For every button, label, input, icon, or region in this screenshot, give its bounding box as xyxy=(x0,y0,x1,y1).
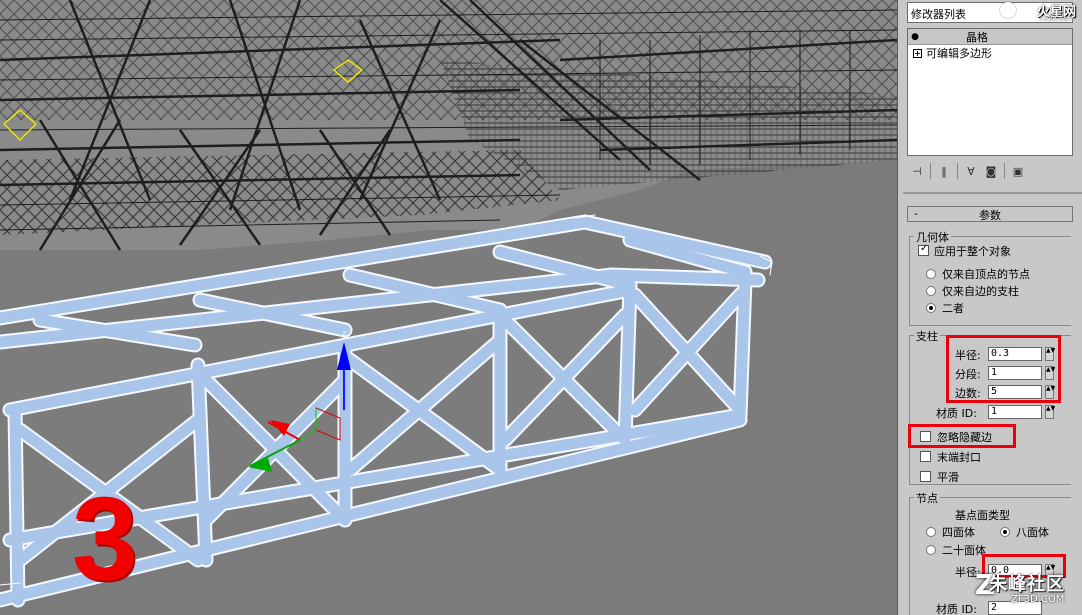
strut-radius-input[interactable]: 0.3 xyxy=(988,347,1042,361)
strut-material-id-input[interactable]: 1 xyxy=(988,405,1042,419)
joint-type-label: 基点面类型 xyxy=(955,509,1010,522)
strut-radius-spinner[interactable]: ▲▼ xyxy=(1045,347,1055,361)
background-tower xyxy=(0,0,897,251)
modifier-stack[interactable]: ● 晶格 + 可编辑多边形 xyxy=(907,28,1073,156)
strut-material-id-label: 材质 ID: xyxy=(936,407,977,420)
rollout-header[interactable]: - 参数 xyxy=(907,206,1073,222)
radio-tetra-label: 四面体 xyxy=(942,526,975,539)
strut-segments-spinner[interactable]: ▲▼ xyxy=(1045,366,1055,380)
strut-sides-input[interactable]: 5 xyxy=(988,385,1042,399)
radio-joints-only-label: 仅来自顶点的节点 xyxy=(942,268,1030,281)
joint-material-id-label: 材质 ID: xyxy=(936,603,977,615)
end-caps-label: 末端封口 xyxy=(937,451,981,464)
apply-whole-object-label: 应用于整个对象 xyxy=(934,245,1011,258)
lightbulb-icon[interactable]: ● xyxy=(908,32,922,42)
stack-item-label: 晶格 xyxy=(966,30,988,44)
watermark: Z 朱峰社区 ZF3D.COM xyxy=(975,568,1082,615)
stack-toolbar: ⊣ ‖ ∀ ◙ ▣ xyxy=(907,160,1073,182)
strut-sides-label: 边数: xyxy=(955,387,981,400)
struts-group: 支柱 半径: 0.3 ▲▼ 分段: 1 ▲▼ 边数: 5 ▲▼ 材质 ID: 1… xyxy=(909,328,1071,485)
strut-segments-label: 分段: xyxy=(955,368,981,381)
joints-group-label: 节点 xyxy=(914,490,940,506)
command-panel: 修改器列表 火星网 hxsd.com ● 晶格 + 可编辑多边形 ⊣ ‖ ∀ ◙… xyxy=(903,0,1082,615)
ignore-hidden-edges-label: 忽略隐藏边 xyxy=(937,431,992,444)
stack-item-editable-poly[interactable]: + 可编辑多边形 xyxy=(908,45,1072,61)
radio-octa[interactable] xyxy=(1000,527,1010,537)
watermark-main: 朱峰社区 xyxy=(989,574,1065,595)
logo-ring-icon xyxy=(1000,2,1016,18)
radio-tetra[interactable] xyxy=(926,527,936,537)
show-end-result-icon[interactable]: ‖ xyxy=(934,162,954,180)
modifier-list-label: 修改器列表 xyxy=(911,8,966,21)
expand-plus-icon[interactable]: + xyxy=(913,48,922,58)
smooth-checkbox[interactable] xyxy=(920,471,931,482)
radio-both-label: 二者 xyxy=(942,302,964,315)
strut-radius-label: 半径: xyxy=(955,349,981,362)
toolbar-separator xyxy=(957,163,958,179)
ignore-hidden-edges-checkbox[interactable] xyxy=(920,431,931,442)
strut-material-id-spinner[interactable]: ▲▼ xyxy=(1045,405,1055,419)
radio-joints-only[interactable] xyxy=(926,269,936,279)
strut-sides-spinner[interactable]: ▲▼ xyxy=(1045,385,1055,399)
remove-modifier-icon[interactable]: ◙ xyxy=(981,162,1001,180)
radio-octa-label: 八面体 xyxy=(1016,526,1049,539)
toolbar-separator xyxy=(930,163,931,179)
radio-struts-only-label: 仅来自边的支柱 xyxy=(942,285,1019,298)
end-caps-checkbox[interactable] xyxy=(920,451,931,462)
perspective-viewport[interactable]: z 3 xyxy=(0,0,897,615)
geometry-group: 几何体 应用于整个对象 仅来自顶点的节点 仅来自边的支柱 二者 xyxy=(909,229,1071,326)
radio-both[interactable] xyxy=(926,303,936,313)
brand-sub: hxsd.com xyxy=(1040,15,1074,23)
radio-icosa-label: 二十面体 xyxy=(942,544,986,557)
step-number: 3 xyxy=(72,473,138,605)
radio-icosa[interactable] xyxy=(926,545,936,555)
watermark-sub: ZF3D.COM xyxy=(1011,594,1065,605)
stack-item-lattice[interactable]: ● 晶格 xyxy=(908,29,1072,45)
make-unique-icon[interactable]: ∀ xyxy=(961,162,981,180)
smooth-label: 平滑 xyxy=(937,471,959,484)
parameters-rollout: - 参数 几何体 应用于整个对象 仅来自顶点的节点 仅来自边的支柱 二者 支柱 … xyxy=(903,192,1082,615)
stack-item-label: 可编辑多边形 xyxy=(926,47,992,60)
struts-group-label: 支柱 xyxy=(914,328,940,344)
radio-struts-only[interactable] xyxy=(926,286,936,296)
toolbar-separator xyxy=(1004,163,1005,179)
svg-text:z: z xyxy=(342,329,346,338)
brand-logo: 火星网 hxsd.com xyxy=(998,0,1080,23)
configure-modifier-sets-icon[interactable]: ▣ xyxy=(1008,162,1028,180)
apply-whole-object-checkbox[interactable] xyxy=(918,243,929,256)
pin-stack-icon[interactable]: ⊣ xyxy=(907,162,927,180)
rollout-title: 参数 xyxy=(979,209,1001,222)
strut-segments-input[interactable]: 1 xyxy=(988,366,1042,380)
